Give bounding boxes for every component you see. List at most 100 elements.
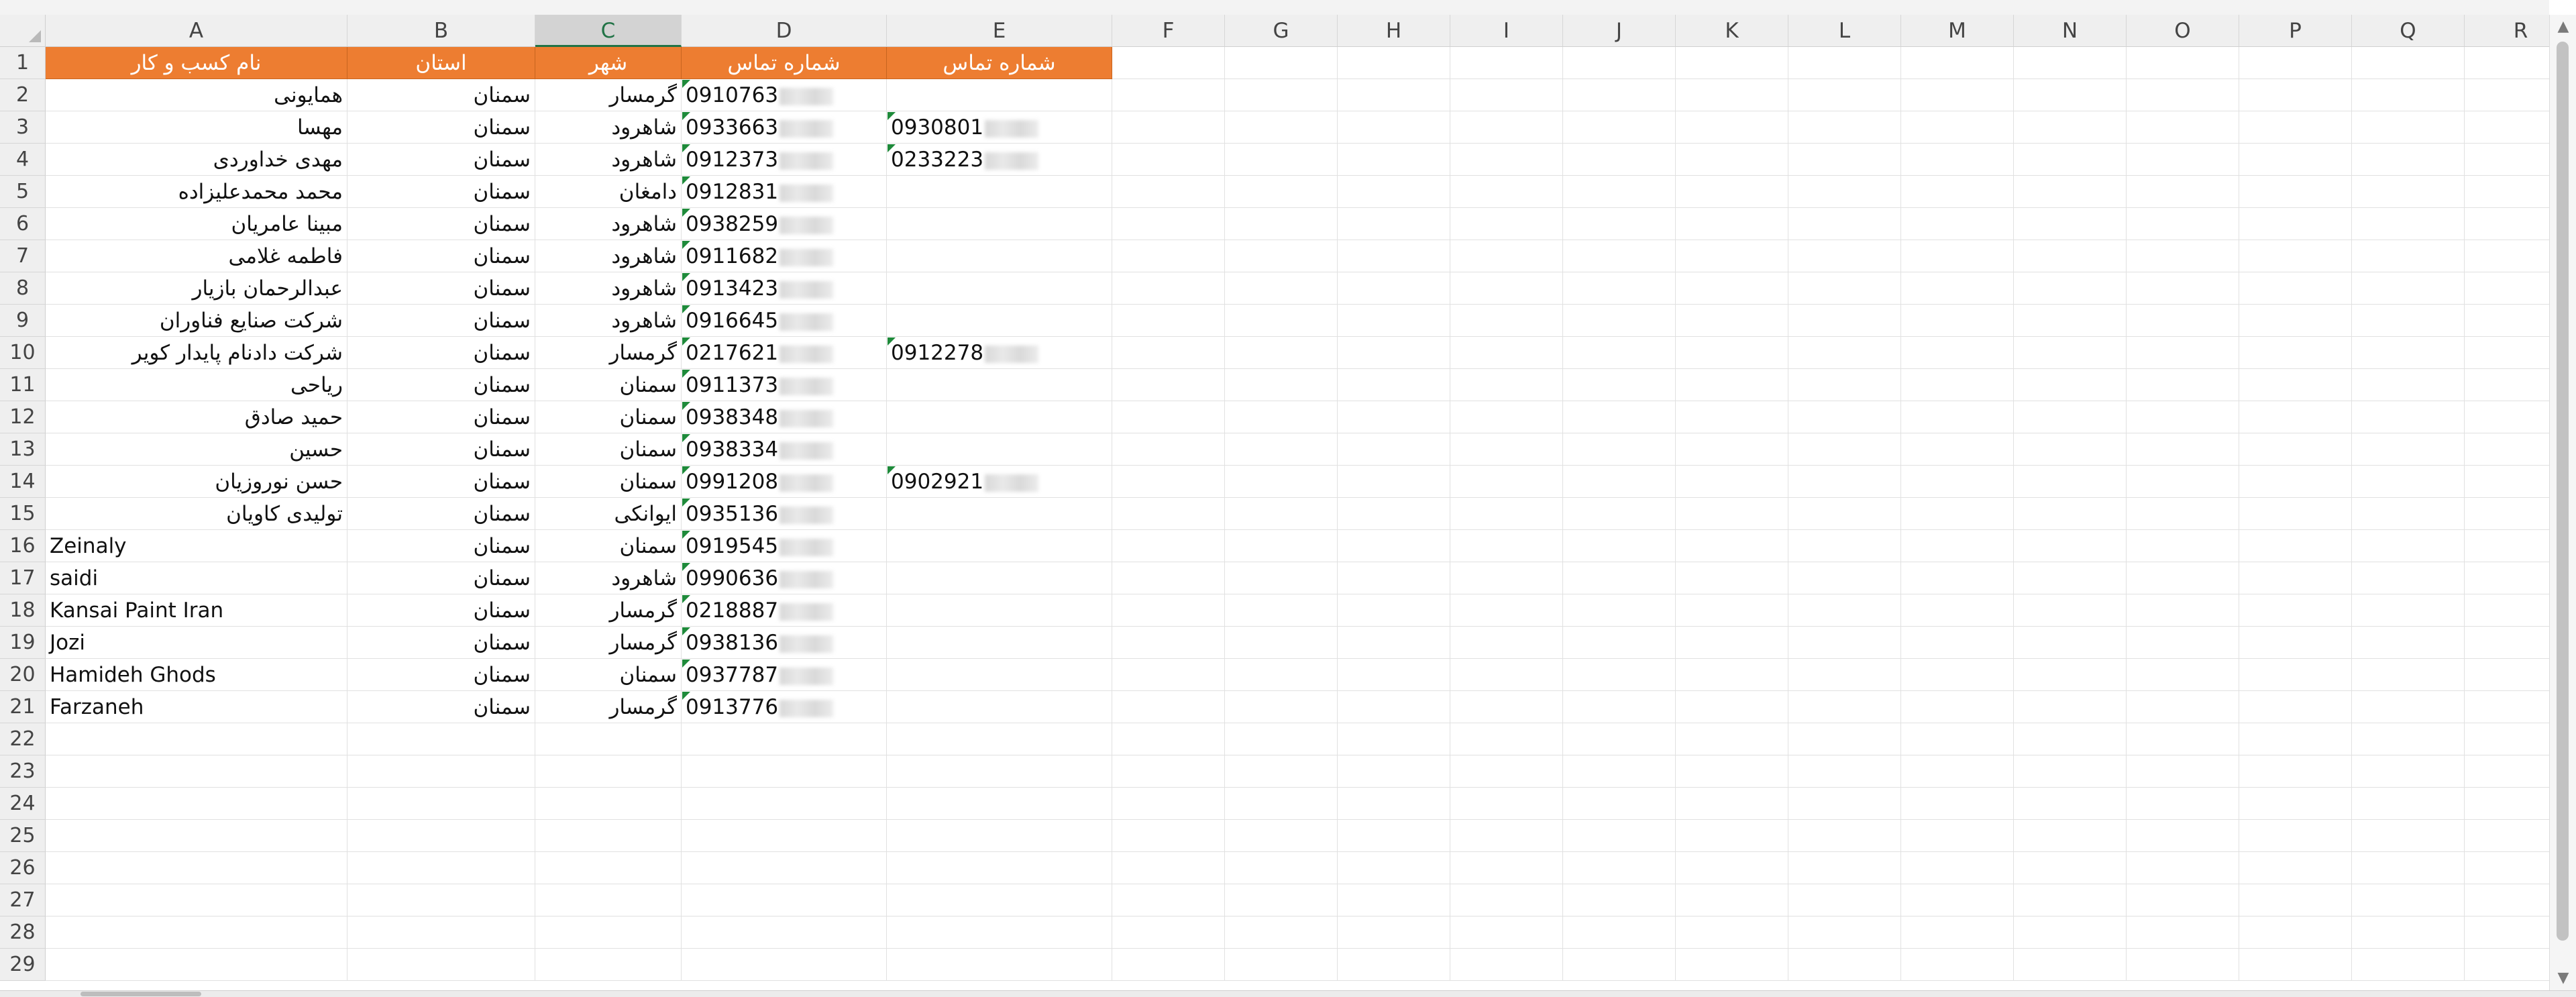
empty-cell[interactable] [2014, 562, 2127, 594]
empty-cell[interactable] [1112, 337, 1225, 369]
province-cell[interactable]: سمنان [347, 498, 535, 530]
scroll-down-arrow-icon[interactable]: ▼ [2550, 966, 2576, 990]
empty-cell[interactable] [2352, 240, 2465, 272]
empty-cell[interactable] [1338, 272, 1450, 305]
empty-cell[interactable] [1788, 433, 1901, 466]
text-number-warning-icon[interactable] [682, 370, 690, 378]
empty-cell[interactable] [1225, 723, 1338, 755]
empty-cell[interactable] [682, 916, 887, 949]
empty-cell[interactable] [1112, 401, 1225, 433]
column-header-o[interactable]: O [2127, 15, 2239, 47]
empty-cell[interactable] [2352, 562, 2465, 594]
text-number-warning-icon[interactable] [888, 112, 896, 120]
empty-cell[interactable] [2014, 272, 2127, 305]
empty-cell[interactable] [1450, 272, 1563, 305]
empty-cell[interactable] [1450, 594, 1563, 627]
phone-cell[interactable]: 0938136 [682, 627, 887, 659]
empty-cell[interactable] [2127, 337, 2239, 369]
phone-cell[interactable]: 0913776 [682, 691, 887, 723]
business-name-cell[interactable]: تولیدی کاویان [46, 498, 347, 530]
empty-cell[interactable] [535, 916, 682, 949]
empty-cell[interactable] [682, 820, 887, 852]
empty-cell[interactable] [2014, 852, 2127, 884]
empty-cell[interactable] [1338, 401, 1450, 433]
empty-cell[interactable] [2352, 176, 2465, 208]
city-cell[interactable]: گرمسار [535, 337, 682, 369]
empty-cell[interactable] [1112, 723, 1225, 755]
empty-cell[interactable] [1338, 916, 1450, 949]
empty-cell[interactable] [1225, 47, 1338, 79]
empty-cell[interactable] [1563, 111, 1676, 144]
empty-cell[interactable] [1563, 594, 1676, 627]
empty-cell[interactable] [1676, 208, 1788, 240]
empty-cell[interactable] [2014, 433, 2127, 466]
empty-cell[interactable] [1676, 79, 1788, 111]
empty-cell[interactable] [2127, 820, 2239, 852]
empty-cell[interactable] [1225, 562, 1338, 594]
empty-cell[interactable] [1901, 562, 2014, 594]
empty-cell[interactable] [1901, 659, 2014, 691]
empty-cell[interactable] [2239, 401, 2352, 433]
empty-cell[interactable] [1788, 788, 1901, 820]
empty-cell[interactable] [1901, 144, 2014, 176]
empty-cell[interactable] [1676, 852, 1788, 884]
empty-cell[interactable] [1563, 208, 1676, 240]
empty-cell[interactable] [1450, 852, 1563, 884]
province-cell[interactable]: سمنان [347, 111, 535, 144]
empty-cell[interactable] [1563, 659, 1676, 691]
business-name-cell[interactable]: حسن نوروزیان [46, 466, 347, 498]
empty-cell[interactable] [2014, 788, 2127, 820]
empty-cell[interactable] [1788, 852, 1901, 884]
empty-cell[interactable] [1901, 466, 2014, 498]
phone-alt-cell[interactable] [887, 369, 1112, 401]
empty-cell[interactable] [1901, 691, 2014, 723]
empty-cell[interactable] [1338, 369, 1450, 401]
empty-cell[interactable] [2014, 337, 2127, 369]
empty-cell[interactable] [1450, 788, 1563, 820]
business-name-cell[interactable]: مهدی خداوردی [46, 144, 347, 176]
empty-cell[interactable] [2014, 111, 2127, 144]
empty-cell[interactable] [1112, 659, 1225, 691]
city-cell[interactable]: ایوانکی [535, 498, 682, 530]
phone-alt-cell[interactable] [887, 433, 1112, 466]
empty-cell[interactable] [2127, 562, 2239, 594]
empty-cell[interactable] [1788, 659, 1901, 691]
empty-cell[interactable] [1225, 949, 1338, 981]
text-number-warning-icon[interactable] [682, 273, 690, 281]
province-cell[interactable]: سمنان [347, 176, 535, 208]
empty-cell[interactable] [1338, 337, 1450, 369]
empty-cell[interactable] [2014, 498, 2127, 530]
empty-cell[interactable] [2127, 466, 2239, 498]
empty-cell[interactable] [1676, 498, 1788, 530]
row-header[interactable]: 16 [0, 530, 46, 562]
empty-cell[interactable] [1676, 755, 1788, 788]
empty-cell[interactable] [2239, 755, 2352, 788]
text-number-warning-icon[interactable] [682, 660, 690, 668]
empty-cell[interactable] [1450, 691, 1563, 723]
scroll-up-arrow-icon[interactable]: ▲ [2550, 15, 2576, 39]
empty-cell[interactable] [347, 949, 535, 981]
empty-cell[interactable] [2127, 208, 2239, 240]
column-header-i[interactable]: I [1450, 15, 1563, 47]
empty-cell[interactable] [1450, 47, 1563, 79]
empty-cell[interactable] [2352, 820, 2465, 852]
text-number-warning-icon[interactable] [682, 337, 690, 346]
empty-cell[interactable] [1450, 337, 1563, 369]
empty-cell[interactable] [1338, 755, 1450, 788]
empty-cell[interactable] [2014, 466, 2127, 498]
empty-cell[interactable] [2014, 594, 2127, 627]
row-header[interactable]: 29 [0, 949, 46, 981]
empty-cell[interactable] [1112, 47, 1225, 79]
row-header[interactable]: 18 [0, 594, 46, 627]
text-number-warning-icon[interactable] [682, 595, 690, 603]
empty-cell[interactable] [2352, 144, 2465, 176]
empty-cell[interactable] [1563, 433, 1676, 466]
empty-cell[interactable] [2127, 144, 2239, 176]
province-cell[interactable]: سمنان [347, 337, 535, 369]
empty-cell[interactable] [1563, 788, 1676, 820]
empty-cell[interactable] [1225, 466, 1338, 498]
empty-cell[interactable] [2352, 755, 2465, 788]
empty-cell[interactable] [2127, 627, 2239, 659]
empty-cell[interactable] [1788, 594, 1901, 627]
empty-cell[interactable] [887, 916, 1112, 949]
